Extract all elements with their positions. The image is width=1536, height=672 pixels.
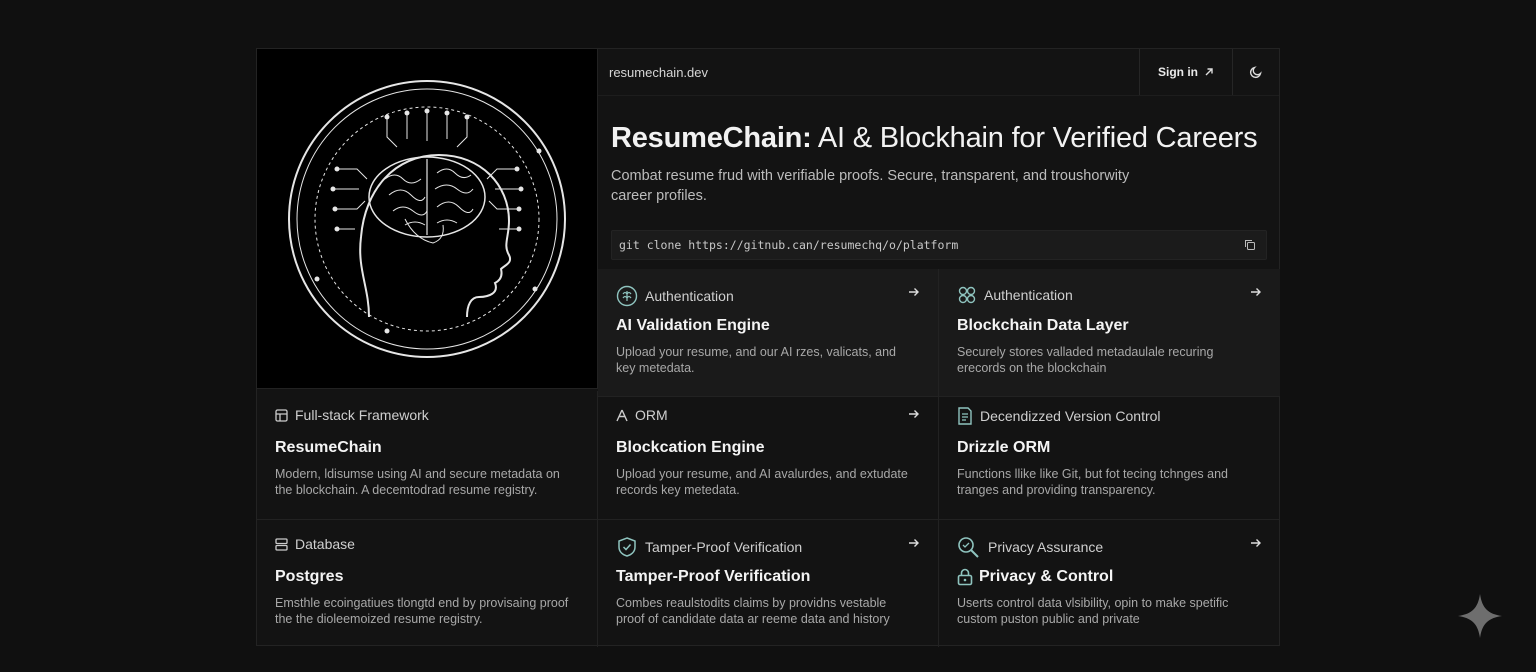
feature-card-ai-validation[interactable]: Authentication AI Validation Engine Uplo… [598,269,939,397]
top-bar: resumechain.dev Sign in [598,49,1279,96]
arrow-right-icon [909,539,919,547]
card-category: Database [275,536,355,552]
card-category: ORM [616,407,668,423]
title-brand: ResumeChain: [611,122,812,154]
card-title: Privacy & Control [957,568,1113,586]
orm-icon [616,409,628,421]
card-title: Drizzle ORM [957,439,1051,456]
page-subtitle: Combat resume frud with verifiable proof… [611,168,1130,204]
page-frame: resumechain.dev Sign in ResumeChain: AI … [256,48,1281,647]
card-description: Modern, ldisumse using AI and secure met… [275,467,560,497]
document-icon [958,407,972,425]
card-description: Combes reaulstodits claims by providns v… [616,596,890,626]
card-category: Full-stack Framework [275,407,429,423]
nodes-icon [958,286,976,304]
card-category-label: Authentication [645,288,734,304]
card-title: AI Validation Engine [616,317,770,334]
copy-icon[interactable] [1244,239,1256,251]
feature-card-privacy[interactable]: Privacy Assurance Privacy & Control User… [939,520,1280,647]
card-title-label: Privacy & Control [979,568,1114,585]
lock-icon [957,568,973,586]
card-description: Upload your resume, and AI avalurdes, an… [616,467,908,497]
feature-grid: Authentication AI Validation Engine Uplo… [257,269,1281,647]
card-category: Authentication [957,285,1073,305]
card-category-label: Database [295,536,355,552]
feature-card-orm[interactable]: ORM Blockcation Engine Upload your resum… [598,391,939,520]
feature-card-version-control[interactable]: Decendizzed Version Control Drizzle ORM … [939,391,1280,520]
database-icon [275,537,288,551]
site-domain[interactable]: resumechain.dev [609,65,708,80]
theme-toggle-button[interactable] [1233,49,1279,95]
clone-command[interactable]: git clone https://gitnub.can/resumechq/o… [619,238,958,252]
card-title: Blockchain Data Layer [957,317,1129,334]
title-tagline: AI & Blockhain for Verified Careers [811,122,1258,154]
sign-in-label: Sign in [1158,65,1198,79]
brain-icon [616,285,638,307]
shield-check-icon [618,537,636,557]
card-title: Tamper-Proof Verification [616,568,811,585]
sign-in-button[interactable]: Sign in [1139,49,1233,95]
card-category-label: Decendizzed Version Control [980,408,1161,424]
card-category: Authentication [616,285,734,307]
card-category: Decendizzed Version Control [957,407,1161,425]
clone-command-box: git clone https://gitnub.can/resumechq/o… [611,230,1267,260]
feature-card-database[interactable]: Database Postgres Emsthle ecoingatiues t… [257,520,598,647]
card-title: ResumeChain [275,439,382,456]
card-title: Blockcation Engine [616,439,765,456]
search-icon [958,537,979,558]
moon-icon [1249,66,1262,79]
card-description: Securely stores valladed metadaulale rec… [957,345,1214,375]
card-category-label: Authentication [984,287,1073,303]
arrow-right-icon [909,288,919,296]
card-description: Emsthle ecoingatiues tlongtd end by prov… [275,596,569,626]
feature-card-blockchain-layer[interactable]: Authentication Blockchain Data Layer Sec… [939,269,1280,397]
card-description: Upload your resume, and our AI rzes, val… [616,345,897,375]
card-category: Privacy Assurance [957,536,1103,558]
feature-card-framework[interactable]: Full-stack Framework ResumeChain Modern,… [257,391,598,520]
card-category-label: Full-stack Framework [295,407,429,423]
arrow-right-icon [1251,539,1261,547]
arrow-right-icon [909,410,919,418]
card-title: Postgres [275,568,344,585]
card-category: Tamper-Proof Verification [616,536,802,558]
card-category-label: ORM [635,407,668,423]
arrow-right-icon [1251,288,1261,296]
card-description: Userts control data vlsibility, opin to … [957,596,1229,626]
sparkle-icon [1458,594,1502,638]
external-arrow-icon [1205,68,1213,76]
layout-icon [275,408,288,422]
page-title: ResumeChain: AI & Blockhain for Verified… [611,122,1258,155]
feature-card-tamper-proof[interactable]: Tamper-Proof Verification Tamper-Proof V… [598,520,939,647]
card-description: Functions llike like Git, but fot tecing… [957,467,1228,497]
card-category-label: Tamper-Proof Verification [645,539,803,555]
card-category-label: Privacy Assurance [988,539,1104,555]
